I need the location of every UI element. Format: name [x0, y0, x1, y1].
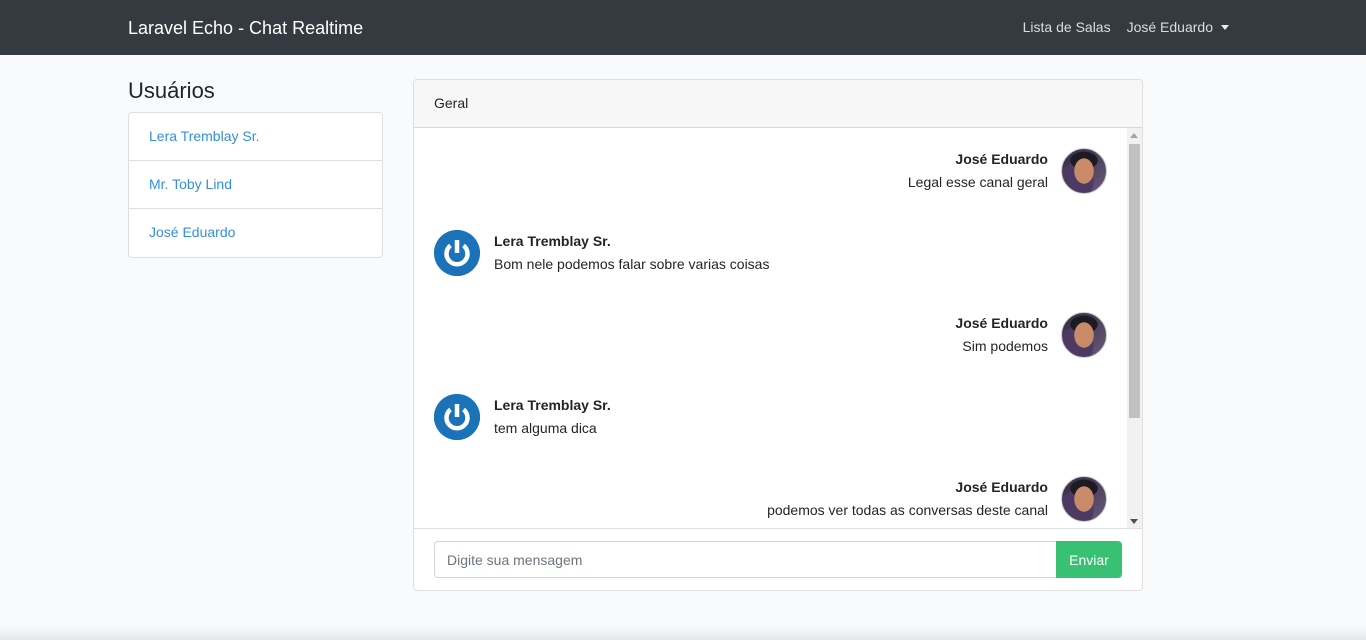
scrollbar-thumb[interactable]	[1129, 144, 1140, 418]
rooms-list-link[interactable]: Lista de Salas	[1023, 17, 1111, 37]
message-author: Lera Tremblay Sr.	[494, 397, 611, 413]
messages-panel[interactable]: José Eduardo Legal esse canal geral Lera…	[414, 128, 1142, 529]
message-text: podemos ver todas as conversas deste can…	[767, 502, 1048, 518]
user-dropdown[interactable]: José Eduardo	[1127, 17, 1229, 37]
message-author: Lera Tremblay Sr.	[494, 233, 611, 249]
message-input[interactable]	[434, 541, 1056, 578]
message-author: José Eduardo	[955, 151, 1048, 167]
message-item: Lera Tremblay Sr. tem alguma dica	[434, 394, 1107, 440]
power-icon	[434, 230, 480, 276]
message-text: tem alguma dica	[494, 420, 597, 436]
user-avatar	[1061, 312, 1107, 358]
message-item: José Eduardo Legal esse canal geral	[434, 148, 1107, 194]
send-button[interactable]: Enviar	[1056, 541, 1122, 578]
message-author: José Eduardo	[955, 479, 1048, 495]
user-dropdown-label: José Eduardo	[1126, 19, 1213, 35]
user-item[interactable]: Lera Tremblay Sr.	[129, 113, 382, 161]
message-text: Sim podemos	[962, 338, 1048, 354]
navbar-right: Lista de Salas José Eduardo	[1023, 17, 1229, 37]
navbar: Laravel Echo - Chat Realtime Lista de Sa…	[0, 0, 1366, 55]
user-avatar	[434, 230, 480, 276]
users-heading: Usuários	[128, 78, 215, 103]
message-text: Legal esse canal geral	[907, 174, 1048, 190]
message-text: Bom nele podemos falar sobre varias cois…	[494, 256, 770, 272]
brand-link[interactable]: Laravel Echo - Chat Realtime	[128, 16, 363, 40]
message-item: Lera Tremblay Sr. Bom nele podemos falar…	[434, 230, 1107, 276]
chat-card: Geral José Eduardo Legal esse canal gera…	[413, 79, 1143, 591]
message-item: José Eduardo Sim podemos	[434, 312, 1107, 358]
user-item[interactable]: José Eduardo	[129, 209, 382, 257]
channel-title: Geral	[414, 80, 1142, 128]
message-item: José Eduardo podemos ver todas as conver…	[434, 476, 1107, 522]
user-avatar	[1061, 476, 1107, 522]
power-icon	[434, 394, 480, 440]
message-author: José Eduardo	[955, 315, 1048, 331]
message-composer: Enviar	[434, 541, 1122, 578]
scroll-down-arrow-icon[interactable]	[1130, 519, 1138, 524]
user-item[interactable]: Mr. Toby Lind	[129, 161, 382, 209]
scroll-up-arrow-icon[interactable]	[1130, 133, 1138, 138]
messages-scrollbar[interactable]	[1127, 128, 1142, 528]
page-bottom-edge	[0, 626, 1366, 640]
caret-down-icon	[1221, 25, 1229, 30]
user-avatar	[434, 394, 480, 440]
users-list: Lera Tremblay Sr. Mr. Toby Lind José Edu…	[128, 112, 383, 258]
user-avatar	[1061, 148, 1107, 194]
